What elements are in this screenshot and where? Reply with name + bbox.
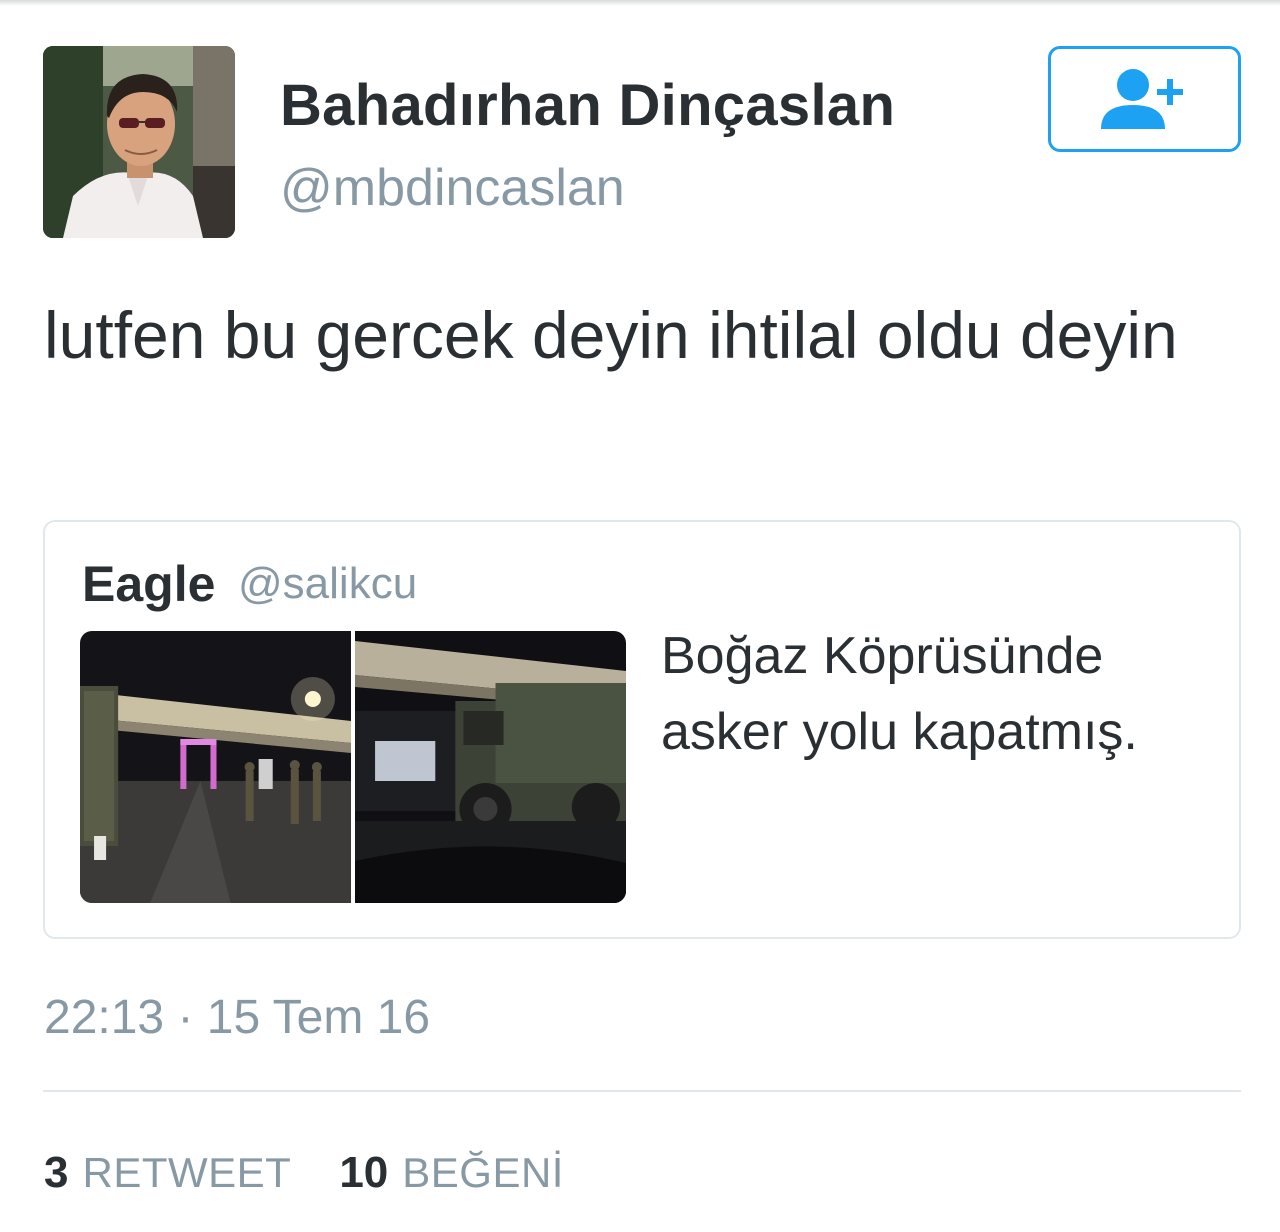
avatar[interactable] [43,46,235,238]
divider [43,1090,1241,1092]
military-truck-photo[interactable] [355,631,626,903]
quoted-media[interactable] [80,631,626,903]
retweet-count-value: 3 [44,1148,69,1197]
follow-button[interactable] [1048,46,1241,152]
tweet-stats: 3 RETWEET 10 BEĞENİ [44,1148,612,1198]
like-count[interactable]: 10 BEĞENİ [339,1148,564,1198]
user-handle[interactable]: @mbdincaslan [280,158,625,218]
like-count-value: 10 [339,1148,389,1197]
retweet-count[interactable]: 3 RETWEET [44,1148,291,1198]
top-edge-shadow [0,0,1280,6]
add-user-icon [1100,69,1183,129]
quoted-display-name: Eagle [82,556,216,612]
quoted-tweet-text: Boğaz Köprüsünde asker yolu kapatmış. [661,627,1138,761]
tweet-text: lutfen bu gercek deyin ihtilal oldu deyi… [44,298,1178,372]
like-label: BEĞENİ [402,1149,564,1196]
quoted-tweet[interactable]: Eagle @salikcu Boğaz Köprüsünde asker yo… [43,520,1241,939]
quoted-user-handle: @salikcu [238,559,418,608]
bridge-soldiers-photo[interactable] [80,631,351,903]
retweet-label: RETWEET [82,1149,292,1196]
profile-photo [43,46,235,238]
tweet-timestamp[interactable]: 22:13 · 15 Tem 16 [44,990,430,1045]
display-name[interactable]: Bahadırhan Dinçaslan [280,72,895,139]
